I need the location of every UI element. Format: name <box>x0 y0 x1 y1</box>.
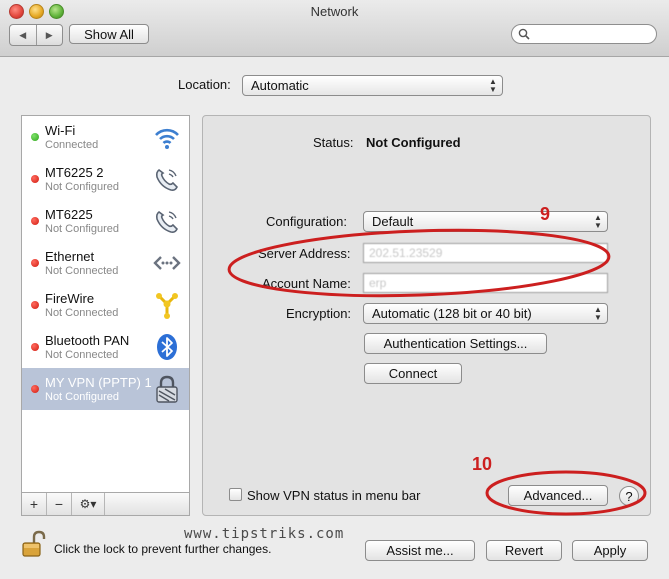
ethernet-icon <box>153 256 181 270</box>
service-status: Not Connected <box>45 265 119 277</box>
account-name-label: Account Name: <box>262 276 351 291</box>
status-label: Status: <box>313 135 354 150</box>
encryption-label: Encryption: <box>286 306 352 321</box>
show-all-button[interactable]: Show All <box>69 24 149 44</box>
annotation-step-10: 10 <box>472 454 493 474</box>
status-dot-icon <box>31 133 39 141</box>
account-name-field[interactable]: erp <box>363 273 608 293</box>
status-dot-icon <box>31 217 39 225</box>
window-title: Network <box>310 4 359 19</box>
configuration-select[interactable]: Default ▲ ▼ <box>363 211 608 232</box>
service-status: Not Configured <box>45 223 119 235</box>
status-dot-icon <box>31 301 39 309</box>
service-name: MT6225 2 <box>45 165 104 180</box>
server-address-label: Server Address: <box>258 246 351 261</box>
configuration-label: Configuration: <box>266 214 347 229</box>
search-field[interactable] <box>511 24 657 44</box>
select-arrows-icon: ▲ ▼ <box>594 213 602 230</box>
annotation-step-9: 9 <box>540 204 551 224</box>
location-select[interactable]: Automatic ▲ ▼ <box>242 75 503 96</box>
remove-service-button[interactable]: − <box>47 493 72 515</box>
service-item-wifi[interactable]: Wi-Fi Connected <box>22 116 189 158</box>
status-dot-icon <box>31 343 39 351</box>
service-list-toolbar: + − ⚙▾ <box>21 493 190 516</box>
service-status: Not Configured <box>45 181 119 193</box>
location-value: Automatic <box>251 78 309 93</box>
status-dot-icon <box>31 385 39 393</box>
show-vpn-status-label: Show VPN status in menu bar <box>247 488 421 503</box>
service-list: Wi-Fi Connected MT6225 2 Not Configured … <box>21 115 190 493</box>
advanced-button[interactable]: Advanced... <box>508 485 608 506</box>
add-service-button[interactable]: + <box>22 493 47 515</box>
connect-button[interactable]: Connect <box>364 363 462 384</box>
select-arrows-icon: ▲ ▼ <box>594 305 602 322</box>
watermark-text: www.tipstriks.com <box>184 526 345 542</box>
service-status: Connected <box>45 139 99 151</box>
lock-message: Click the lock to prevent further change… <box>54 542 272 556</box>
phone-icon <box>155 169 178 191</box>
title-bar: Network ◀ ▶ Show All <box>0 0 669 57</box>
vpn-lock-icon <box>156 375 178 403</box>
service-name: Bluetooth PAN <box>45 333 130 348</box>
assist-me-button[interactable]: Assist me... <box>365 540 475 561</box>
firewire-icon <box>156 293 178 319</box>
service-item-mt6225-2[interactable]: MT6225 2 Not Configured <box>22 158 189 200</box>
encryption-select[interactable]: Automatic (128 bit or 40 bit) ▲ ▼ <box>363 303 608 324</box>
gear-menu-button[interactable]: ⚙▾ <box>72 493 105 515</box>
location-label: Location: <box>178 77 231 92</box>
server-address-field[interactable]: 202.51.23529 <box>363 243 608 263</box>
help-button[interactable]: ? <box>619 486 639 506</box>
configuration-value: Default <box>372 214 414 229</box>
service-name: Ethernet <box>45 249 95 264</box>
back-button[interactable]: ◀ <box>10 25 36 45</box>
search-icon <box>518 28 530 40</box>
encryption-value: Automatic (128 bit or 40 bit) <box>372 306 532 321</box>
status-dot-icon <box>31 259 39 267</box>
service-item-bluetooth-pan[interactable]: Bluetooth PAN Not Connected <box>22 326 189 368</box>
network-preferences-window: Network ◀ ▶ Show All Location: Automatic… <box>0 0 669 579</box>
forward-button[interactable]: ▶ <box>35 25 63 45</box>
status-dot-icon <box>31 175 39 183</box>
select-arrows-icon: ▲ ▼ <box>489 77 497 94</box>
show-vpn-status-checkbox[interactable] <box>229 488 242 501</box>
service-item-my-vpn[interactable]: MY VPN (PPTP) 1 Not Configured <box>22 368 189 410</box>
revert-button[interactable]: Revert <box>486 540 562 561</box>
service-item-ethernet[interactable]: Ethernet Not Connected <box>22 242 189 284</box>
service-item-mt6225[interactable]: MT6225 Not Configured <box>22 200 189 242</box>
service-status: Not Configured <box>45 391 119 403</box>
lock-icon[interactable] <box>20 530 48 558</box>
wifi-icon <box>155 128 179 149</box>
status-value: Not Configured <box>366 135 461 150</box>
bluetooth-icon <box>157 334 177 360</box>
service-item-firewire[interactable]: FireWire Not Connected <box>22 284 189 326</box>
service-name: MY VPN (PPTP) 1 <box>45 375 152 390</box>
apply-button[interactable]: Apply <box>572 540 648 561</box>
phone-icon <box>155 211 178 233</box>
service-name: Wi-Fi <box>45 123 76 138</box>
back-forward-group: ◀ ▶ <box>9 24 63 46</box>
authentication-settings-button[interactable]: Authentication Settings... <box>364 333 547 354</box>
service-status: Not Connected <box>45 349 119 361</box>
service-name: FireWire <box>45 291 95 306</box>
service-name: MT6225 <box>45 207 93 222</box>
service-status: Not Connected <box>45 307 119 319</box>
